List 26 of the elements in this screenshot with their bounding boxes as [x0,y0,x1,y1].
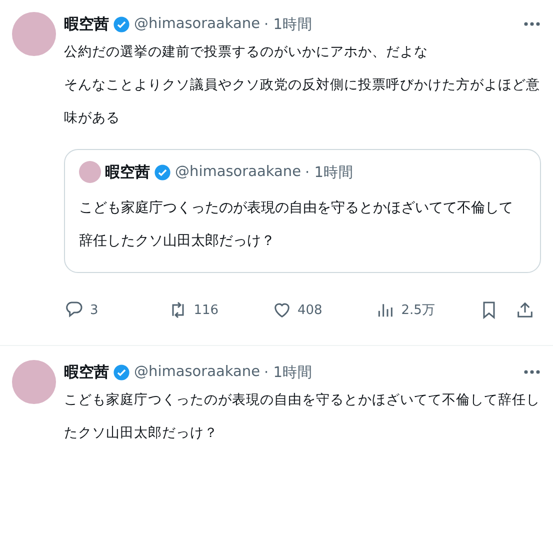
more-icon[interactable] [523,369,541,375]
display-name[interactable]: 暇空茜 [105,162,150,182]
timestamp[interactable]: · 1時間 [305,162,354,182]
quoted-tweet[interactable]: 暇空茜 @himasoraakane · 1時間 こども家庭庁つくったのが表現の自由を守るとかほざいてて不倫して辞任したクソ山田太郎だっけ？ [64,149,541,273]
tweet-text: 公約だの選挙の建前で投票するのがいかにアホか、だよな [64,43,429,62]
handle[interactable]: @himasoraakane [175,164,302,180]
action-count: 3 [90,302,98,318]
tweet-text: そんなことよりクソ議員やクソ政党の反対側に投票呼びかけた方がよほど意味がある [64,76,541,128]
share-icon[interactable] [515,300,535,320]
speech-bubble-icon[interactable] [64,300,84,320]
display-name[interactable]: 暇空茜 [64,362,109,382]
action-count: 116 [194,302,219,318]
handle[interactable]: @himasoraakane [134,364,260,380]
more-icon[interactable] [523,21,541,27]
display-name[interactable]: 暇空茜 [64,14,109,34]
action-count: 408 [298,302,322,318]
action-count: 2.5万 [401,302,435,319]
verified-badge-icon [113,16,130,32]
timestamp[interactable]: · 1時間 [264,14,312,34]
tweet-text: こども家庭庁つくったのが表現の自由を守るとかほざいてて不倫して辞任したクソ山田太郎だっけ？ [64,391,541,443]
verified-badge-icon [113,364,130,380]
verified-badge-icon [154,164,171,180]
handle[interactable]: @himasoraakane [134,16,260,32]
quoted-text: こども家庭庁つくったのが表現の自由を守るとかほざいてて不倫して辞任したクソ山田太郎だっけ？ [79,199,514,251]
heart-icon[interactable] [272,300,292,320]
timestamp[interactable]: · 1時間 [264,362,312,382]
